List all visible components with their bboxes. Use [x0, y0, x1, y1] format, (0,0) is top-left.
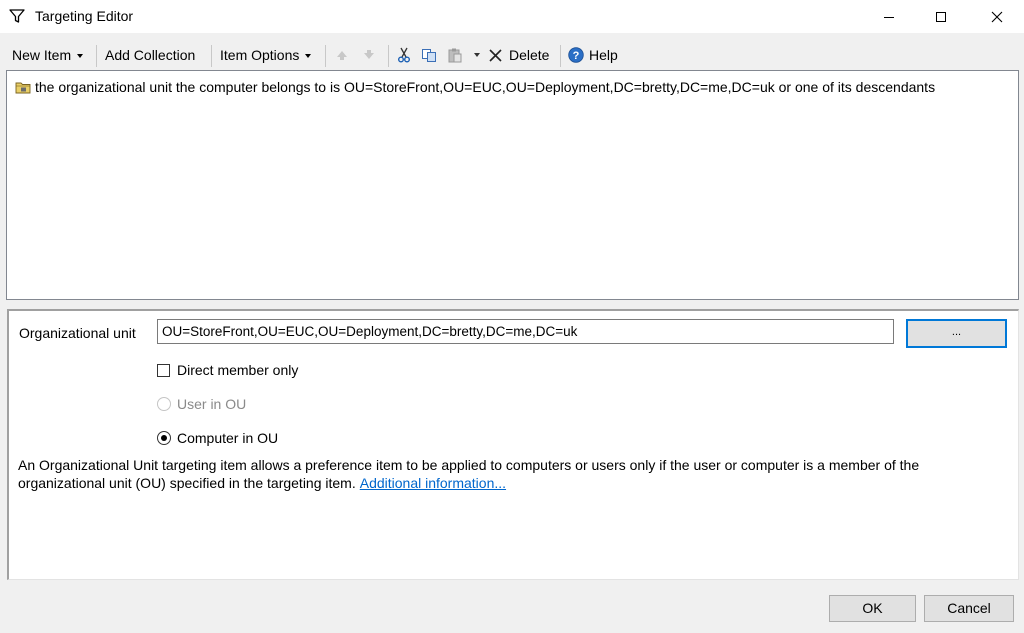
- additional-information-link[interactable]: Additional information...: [360, 475, 506, 491]
- maximize-button[interactable]: [918, 0, 964, 33]
- item-options-label: Item Options: [220, 47, 300, 63]
- targeting-items-tree[interactable]: the organizational unit the computer bel…: [6, 70, 1019, 300]
- svg-text:?: ?: [573, 50, 580, 62]
- chevron-down-icon[interactable]: [474, 53, 480, 57]
- help-label: Help: [589, 47, 618, 63]
- close-icon: [991, 11, 1003, 22]
- delete-label: Delete: [509, 47, 550, 63]
- help-button[interactable]: ? Help: [568, 45, 618, 65]
- toolbar-separator: [211, 45, 212, 67]
- chevron-down-icon: [77, 54, 84, 59]
- description-text: An Organizational Unit targeting item al…: [18, 456, 1003, 492]
- filter-icon: [9, 9, 25, 23]
- paste-icon[interactable]: [447, 47, 463, 63]
- maximize-icon: [936, 11, 946, 22]
- move-up-icon[interactable]: [334, 47, 350, 63]
- new-item-label: New Item: [12, 47, 72, 63]
- toolbar-separator: [560, 45, 561, 67]
- item-options-button[interactable]: Item Options: [220, 45, 312, 65]
- organizational-unit-field[interactable]: [157, 319, 894, 344]
- computer-in-ou-label: Computer in OU: [177, 430, 279, 446]
- minimize-icon: [884, 16, 894, 18]
- toolbar-separator: [325, 45, 326, 67]
- direct-member-checkbox[interactable]: Direct member only: [157, 361, 298, 379]
- delete-icon: [489, 49, 502, 62]
- properties-panel: Organizational unit ... Direct member on…: [7, 309, 1019, 580]
- toolbar-separator: [388, 45, 389, 67]
- add-collection-button[interactable]: Add Collection: [105, 45, 195, 65]
- delete-button[interactable]: Delete: [488, 45, 549, 65]
- organizational-unit-label: Organizational unit: [19, 325, 136, 341]
- radio-circle: [157, 397, 171, 411]
- add-collection-label: Add Collection: [105, 47, 196, 63]
- window-title: Targeting Editor: [35, 8, 134, 24]
- toolbar-separator: [96, 45, 97, 67]
- copy-icon[interactable]: [421, 47, 437, 63]
- new-item-button[interactable]: New Item: [12, 45, 84, 65]
- chevron-down-icon: [305, 54, 312, 59]
- tree-item[interactable]: the organizational unit the computer bel…: [15, 78, 936, 96]
- move-down-icon[interactable]: [361, 47, 377, 63]
- toolbar: New Item Add Collection Item Options Del…: [0, 40, 1024, 70]
- organizational-unit-icon: [15, 82, 31, 94]
- cancel-label: Cancel: [947, 600, 991, 616]
- minimize-button[interactable]: [866, 0, 912, 33]
- title-bar: Targeting Editor: [0, 0, 1024, 33]
- radio-circle: [157, 431, 171, 445]
- browse-button-label: ...: [951, 326, 962, 338]
- computer-in-ou-radio[interactable]: Computer in OU: [157, 429, 278, 447]
- splitter[interactable]: [6, 300, 1019, 309]
- cut-icon[interactable]: [396, 47, 412, 63]
- checkbox-box: [157, 364, 170, 377]
- user-in-ou-radio[interactable]: User in OU: [157, 395, 246, 413]
- help-icon: ?: [568, 47, 584, 63]
- user-in-ou-label: User in OU: [177, 396, 247, 412]
- browse-button[interactable]: ...: [906, 319, 1007, 348]
- direct-member-label: Direct member only: [177, 362, 299, 378]
- ok-label: OK: [862, 600, 883, 616]
- cancel-button[interactable]: Cancel: [924, 595, 1014, 622]
- radio-selected-dot: [161, 435, 167, 441]
- tree-item-text: the organizational unit the computer bel…: [35, 79, 936, 95]
- ok-button[interactable]: OK: [829, 595, 916, 622]
- close-button[interactable]: [974, 0, 1020, 33]
